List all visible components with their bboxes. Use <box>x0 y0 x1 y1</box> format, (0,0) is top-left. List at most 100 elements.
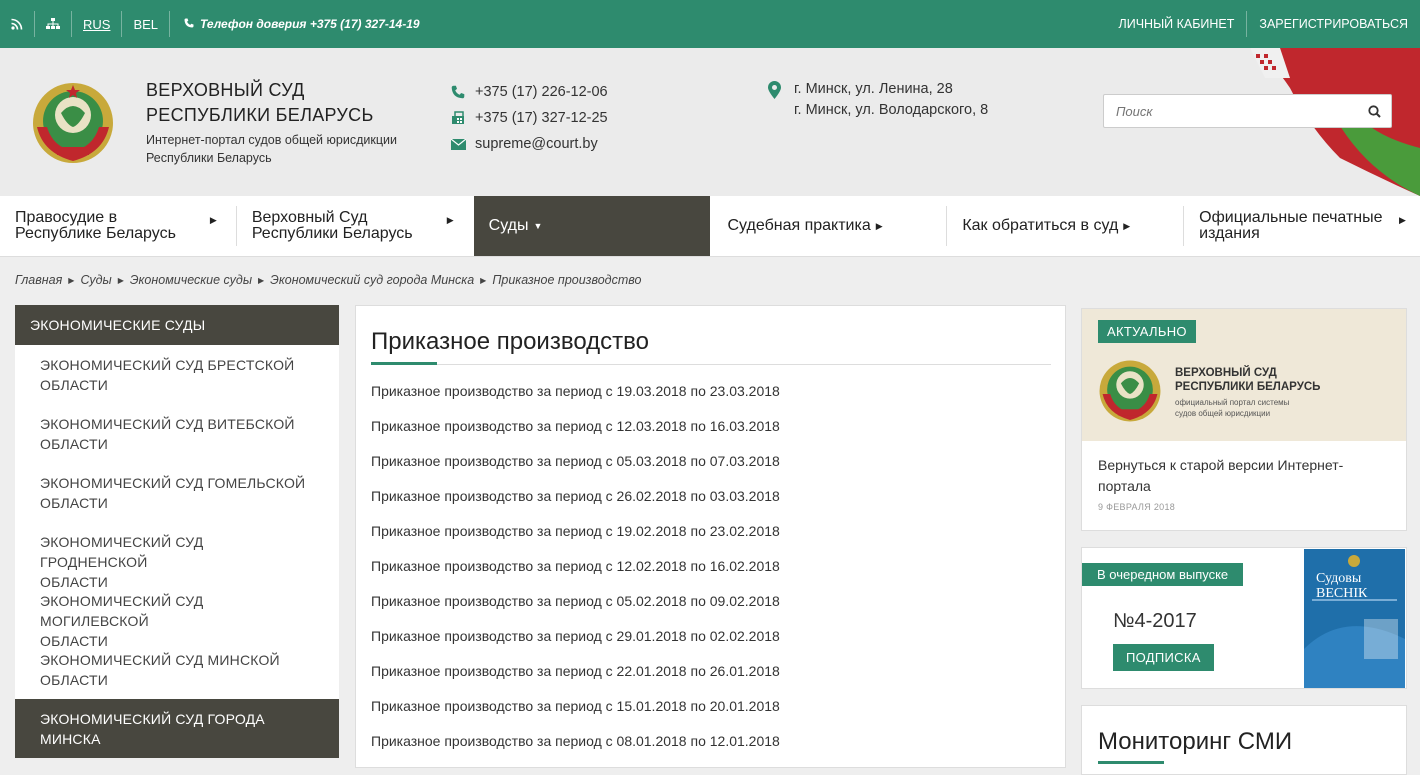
personal-cabinet-link[interactable]: ЛИЧНЫЙ КАБИНЕТ <box>1107 11 1248 37</box>
news-image-title-line1: ВЕРХОВНЫЙ СУД <box>1175 367 1277 379</box>
list-item-link[interactable]: Приказное производство за период с 26.02… <box>371 487 780 522</box>
caret-right-icon: ▶ <box>209 215 217 225</box>
list-item-link[interactable]: Приказное производство за период с 19.02… <box>371 522 780 557</box>
actual-badge: АКТУАЛЬНО <box>1098 320 1196 343</box>
magazine-title-line2: ВЕСНІК <box>1316 586 1368 601</box>
sidebar-item-label: ОБЛАСТИ <box>40 495 108 511</box>
news-image-subtitle: официальный портал системы судов общей ю… <box>1175 397 1289 419</box>
sidebar-item-label: ЭКОНОМИЧЕСКИЙ СУД БРЕСТСКОЙ <box>40 357 295 373</box>
magazine-title: Судовы ВЕСНІК <box>1316 571 1367 601</box>
list-item-link[interactable]: Приказное производство за период с 19.03… <box>371 382 780 417</box>
site-subtitle-line1: Интернет-портал судов общей юрисдикции <box>146 133 397 147</box>
nav-item-justice[interactable]: Правосудие в Республике Беларусь ▶ <box>0 196 237 256</box>
sidebar-item-vitebsk[interactable]: ЭКОНОМИЧЕСКИЙ СУД ВИТЕБСКОЙ ОБЛАСТИ <box>15 404 339 463</box>
sidebar-item-label: ОБЛАСТИ <box>40 436 108 452</box>
breadcrumb-item[interactable]: Суды <box>80 273 111 287</box>
media-monitoring-card: Мониторинг СМИ <box>1081 705 1407 775</box>
nav-label: Судебная практика <box>727 217 871 234</box>
nav-item-judicial-practice[interactable]: Судебная практика ▶ <box>710 196 948 256</box>
caret-right-icon: ▶ <box>117 275 124 285</box>
news-card[interactable]: ВЕРХОВНЫЙ СУД РЕСПУБЛИКИ БЕЛАРУСЬ официа… <box>1081 308 1407 531</box>
nav-item-how-to-apply[interactable]: Как обратиться в суд ▶ <box>947 196 1185 256</box>
list-item-link[interactable]: Приказное производство за период с 05.03… <box>371 452 780 487</box>
nav-item-courts[interactable]: Суды ▼ <box>473 196 711 256</box>
nav-label: Как обратиться в суд <box>962 217 1119 234</box>
nav-item-publications[interactable]: Официальные печатные издания ▶ <box>1184 196 1420 256</box>
breadcrumb-item[interactable]: Экономический суд города Минска <box>270 273 474 287</box>
list-item-link[interactable]: Приказное производство за период с 12.02… <box>371 557 780 592</box>
fax-icon <box>450 110 466 126</box>
news-image-title-line2: РЕСПУБЛИКИ БЕЛАРУСЬ <box>1175 381 1321 393</box>
news-date: 9 ФЕВРАЛЯ 2018 <box>1098 502 1176 512</box>
list-item-link[interactable]: Приказное производство за период с 05.02… <box>371 592 780 627</box>
sidebar-heading[interactable]: ЭКОНОМИЧЕСКИЕ СУДЫ <box>15 305 339 345</box>
nav-label: Республике Беларусь <box>15 225 176 242</box>
search-box <box>1103 94 1392 128</box>
page-title: Приказное производство <box>371 328 649 355</box>
hotline-text: Телефон доверия +375 (17) 327-14-19 <box>200 17 420 31</box>
media-monitoring-title[interactable]: Мониторинг СМИ <box>1098 728 1292 756</box>
sidebar-item-minsk-city[interactable]: ЭКОНОМИЧЕСКИЙ СУД ГОРОДА МИНСКА <box>15 699 339 758</box>
caret-right-icon: ▶ <box>258 275 265 285</box>
nav-label: Правосудие в <box>15 209 118 226</box>
list-item-link[interactable]: Приказное производство за период с 22.01… <box>371 662 780 697</box>
sidebar-item-grodno[interactable]: ЭКОНОМИЧЕСКИЙ СУД ГРОДНЕНСКОЙ ОБЛАСТИ <box>15 522 339 590</box>
state-emblem-logo[interactable] <box>31 81 115 165</box>
sidebar-item-label: ОБЛАСТИ <box>40 672 108 688</box>
caret-right-icon: ▶ <box>480 275 487 285</box>
sitemap-icon[interactable] <box>35 11 72 37</box>
site-subtitle-line2: Республики Беларусь <box>146 151 272 165</box>
list-item-link[interactable]: Приказное производство за период с 15.01… <box>371 697 780 732</box>
contacts: +375 (17) 226-12-06 +375 (17) 327-12-25 … <box>450 79 608 157</box>
sidebar-item-label: ОБЛАСТИ <box>40 377 108 393</box>
sidebar-item-gomel[interactable]: ЭКОНОМИЧЕСКИЙ СУД ГОМЕЛЬСКОЙ ОБЛАСТИ <box>15 463 339 522</box>
issue-number: №4-2017 <box>1113 610 1197 632</box>
email-link[interactable]: supreme@court.by <box>475 136 598 152</box>
caret-right-icon: ▶ <box>875 221 883 231</box>
search-icon[interactable] <box>1357 104 1391 118</box>
news-image-title: ВЕРХОВНЫЙ СУД РЕСПУБЛИКИ БЕЛАРУСЬ <box>1175 366 1320 394</box>
site-title: ВЕРХОВНЫЙ СУД РЕСПУБЛИКИ БЕЛАРУСЬ Интерн… <box>146 78 397 167</box>
magazine-title-line1: Судовы <box>1316 571 1362 586</box>
sidebar-item-label: ЭКОНОМИЧЕСКИЙ СУД ГОРОДА <box>40 711 265 727</box>
caret-down-icon: ▼ <box>533 221 543 231</box>
site-header: ВЕРХОВНЫЙ СУД РЕСПУБЛИКИ БЕЛАРУСЬ Интерн… <box>0 48 1420 196</box>
magazine-cover[interactable]: Судовы ВЕСНІК <box>1304 549 1405 688</box>
sidebar-item-label: ОБЛАСТИ <box>40 574 108 590</box>
caret-right-icon: ▶ <box>68 275 75 285</box>
state-emblem-logo <box>1099 360 1161 422</box>
news-link[interactable]: Вернуться к старой версии Интернет-порта… <box>1098 455 1388 497</box>
phone-1[interactable]: +375 (17) 226-12-06 <box>475 84 608 100</box>
sidebar-item-label: ОБЛАСТИ <box>40 633 108 649</box>
search-input[interactable] <box>1104 103 1357 119</box>
caret-right-icon: ▶ <box>1123 221 1131 231</box>
phone-2[interactable]: +375 (17) 327-12-25 <box>475 110 608 126</box>
news-image-subtitle-line2: судов общей юрисдикции <box>1175 409 1271 418</box>
sidebar-item-brest[interactable]: ЭКОНОМИЧЕСКИЙ СУД БРЕСТСКОЙ ОБЛАСТИ <box>15 345 339 404</box>
envelope-icon <box>450 136 466 152</box>
nav-item-supreme-court[interactable]: Верховный Суд Республики Беларусь ▶ <box>237 196 474 256</box>
breadcrumb-item[interactable]: Экономические суды <box>130 273 252 287</box>
list-item-link[interactable]: Приказное производство за период с 29.01… <box>371 627 780 662</box>
breadcrumb: Главная ▶ Суды ▶ Экономические суды ▶ Эк… <box>15 273 641 287</box>
breadcrumb-item[interactable]: Главная <box>15 273 62 287</box>
sidebar-item-label: ЭКОНОМИЧЕСКИЙ СУД ВИТЕБСКОЙ <box>40 416 295 432</box>
sidebar-item-label: ЭКОНОМИЧЕСКИЙ СУД ГОМЕЛЬСКОЙ <box>40 475 306 491</box>
map-pin-icon <box>768 81 782 121</box>
main-nav: Правосудие в Республике Беларусь ▶ Верхов… <box>0 196 1420 257</box>
caret-right-icon: ▶ <box>1399 215 1406 225</box>
title-accent <box>1098 761 1164 764</box>
sidebar-item-label: ЭКОНОМИЧЕСКИЙ СУД МОГИЛЕВСКОЙ <box>40 593 204 629</box>
list-item-link[interactable]: Приказное производство за период с 08.01… <box>371 732 780 767</box>
rss-icon[interactable] <box>0 11 35 37</box>
list-item-link[interactable]: Приказное производство за период с 12.03… <box>371 417 780 452</box>
issue-badge: В очередном выпуске <box>1082 563 1244 586</box>
main-content: Приказное производство Приказное произво… <box>355 305 1066 768</box>
lang-rus-link[interactable]: RUS <box>72 11 123 37</box>
site-title-line2: РЕСПУБЛИКИ БЕЛАРУСЬ <box>146 105 374 125</box>
phone-icon <box>184 17 194 31</box>
subscribe-button[interactable]: ПОДПИСКА <box>1113 644 1214 671</box>
lang-bel-link[interactable]: BEL <box>122 11 171 37</box>
register-link[interactable]: ЗАРЕГИСТРИРОВАТЬСЯ <box>1247 11 1420 37</box>
caret-right-icon: ▶ <box>446 215 454 225</box>
